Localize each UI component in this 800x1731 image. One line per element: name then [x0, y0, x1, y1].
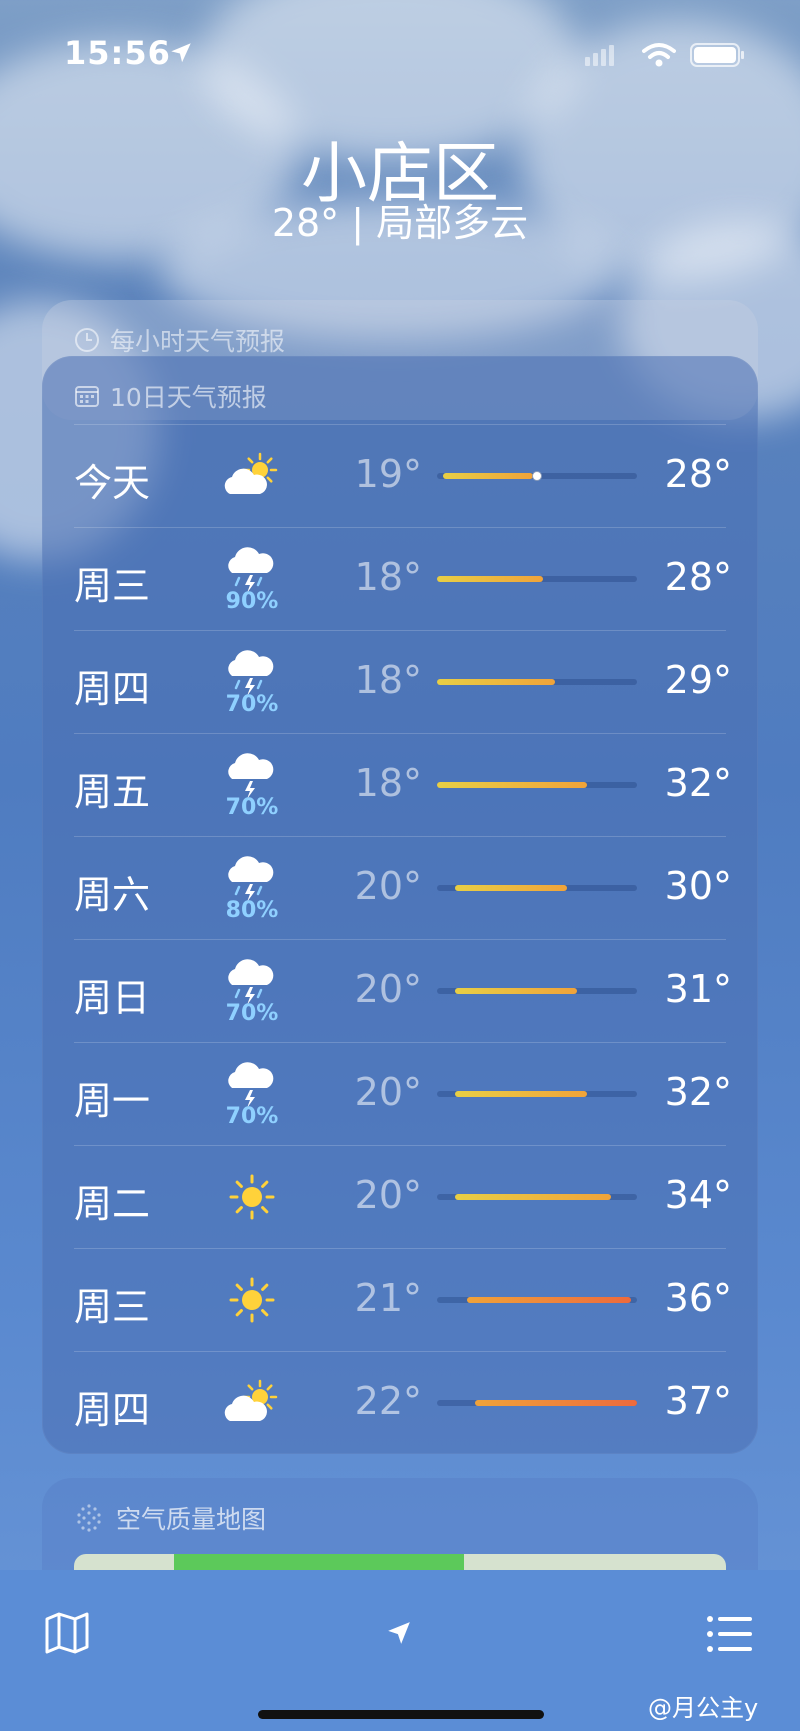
temperature-range-bar — [437, 679, 637, 685]
current-location-icon[interactable] — [386, 1620, 412, 1646]
temperature-range-fill — [467, 1297, 631, 1303]
precipitation-chance: 70% — [225, 692, 279, 717]
status-time: 15:56 — [64, 34, 171, 72]
high-temp: 29° — [664, 658, 732, 702]
temperature-range-bar — [437, 1400, 637, 1406]
partly-sunny-icon — [222, 1377, 282, 1429]
forecast-title: 10日天气预报 — [110, 383, 267, 412]
forecast-row[interactable]: 周二 20° 34° — [42, 1145, 758, 1248]
temperature-range-fill — [455, 885, 567, 891]
low-temp: 20° — [354, 1173, 422, 1217]
temperature-range-fill — [455, 1091, 587, 1097]
low-temp: 18° — [354, 761, 422, 805]
forecast-row[interactable]: 今天 19° 28° — [42, 424, 758, 527]
forecast-row[interactable]: 周六 80% 20° 30° — [42, 836, 758, 939]
low-temp: 21° — [354, 1276, 422, 1320]
low-temp: 18° — [354, 658, 422, 702]
air-quality-header: 空气质量地图 — [74, 1500, 266, 1536]
forecast-row[interactable]: 周五 70% 18° 32° — [42, 733, 758, 836]
cellular-signal-icon — [585, 45, 614, 66]
low-temp: 22° — [354, 1379, 422, 1423]
sun-icon — [222, 1274, 282, 1326]
day-label: 周二 — [74, 1182, 151, 1226]
forecast-row[interactable]: 周三 90% 18° 28° — [42, 527, 758, 630]
high-temp: 36° — [664, 1276, 732, 1320]
temperature-range-fill — [437, 679, 555, 685]
temperature-range-bar — [437, 1297, 637, 1303]
bottom-toolbar: @月公主y — [0, 1570, 800, 1731]
day-label: 周三 — [74, 564, 151, 608]
low-temp: 20° — [354, 967, 422, 1011]
high-temp: 28° — [664, 555, 732, 599]
high-temp: 28° — [664, 452, 732, 496]
day-label: 周一 — [74, 1079, 151, 1123]
high-temp: 32° — [664, 1070, 732, 1114]
temperature-range-bar — [437, 885, 637, 891]
partly-sunny-icon — [222, 450, 282, 502]
sun-icon — [222, 1171, 282, 1223]
forecast-row[interactable]: 周四 22° 37° — [42, 1351, 758, 1454]
day-label: 周四 — [74, 1388, 151, 1432]
forecast-row[interactable]: 周日 70% 20° 31° — [42, 939, 758, 1042]
calendar-icon — [75, 386, 99, 407]
map-icon[interactable] — [44, 1610, 90, 1656]
temperature-range-fill — [443, 473, 533, 479]
low-temp: 18° — [354, 555, 422, 599]
hourly-forecast-title: 每小时天气预报 — [110, 327, 286, 356]
location-arrow-icon — [171, 43, 191, 63]
temperature-range-bar — [437, 576, 637, 582]
day-label: 周五 — [74, 770, 151, 814]
precipitation-chance: 80% — [225, 898, 279, 923]
forecast-rows: 今天 19° 28° 周三 90% 18° 28° 周四 70% 18° 29° 周五 70% 18° 32… — [42, 424, 758, 1454]
hourly-forecast-header: 每小时天气预报 — [74, 322, 285, 358]
temperature-range-bar — [437, 471, 637, 481]
home-indicator[interactable] — [258, 1710, 544, 1719]
forecast-row[interactable]: 周三 21° 36° — [42, 1248, 758, 1351]
precipitation-chance: 70% — [225, 795, 279, 820]
forecast-header: 10日天气预报 — [74, 378, 267, 414]
temperature-range-fill — [437, 782, 587, 788]
day-label: 今天 — [74, 461, 151, 505]
watermark: @月公主y — [648, 1694, 759, 1722]
list-icon[interactable] — [706, 1614, 752, 1654]
temperature-range-fill — [455, 1194, 611, 1200]
temperature-range-bar — [437, 1091, 637, 1097]
high-temp: 34° — [664, 1173, 732, 1217]
air-quality-dots-icon — [77, 1504, 101, 1532]
current-temp-marker — [532, 471, 542, 481]
forecast-row[interactable]: 周四 70% 18° 29° — [42, 630, 758, 733]
temperature-range-bar — [437, 782, 637, 788]
temperature-range-bar — [437, 1194, 637, 1200]
high-temp: 30° — [664, 864, 732, 908]
current-weather-summary: 28° | 局部多云 — [271, 201, 529, 245]
clock-icon — [75, 328, 99, 352]
high-temp: 37° — [664, 1379, 732, 1423]
low-temp: 20° — [354, 864, 422, 908]
battery-icon — [690, 43, 744, 67]
precipitation-chance: 70% — [225, 1001, 279, 1026]
air-quality-title: 空气质量地图 — [116, 1505, 267, 1534]
temperature-range-bar — [437, 988, 637, 994]
forecast-row[interactable]: 周一 70% 20° 32° — [42, 1042, 758, 1145]
day-label: 周四 — [74, 667, 151, 711]
day-label: 周三 — [74, 1285, 151, 1329]
low-temp: 20° — [354, 1070, 422, 1114]
high-temp: 31° — [664, 967, 732, 1011]
day-label: 周日 — [74, 976, 151, 1020]
wifi-icon — [642, 43, 676, 67]
low-temp: 19° — [354, 452, 422, 496]
day-label: 周六 — [74, 873, 151, 917]
temperature-range-fill — [475, 1400, 637, 1406]
temperature-range-fill — [455, 988, 577, 994]
ten-day-forecast-card[interactable]: 10日天气预报 今天 19° 28° 周三 90% 18° 28° 周四 70% 18° 29° 周五… — [42, 356, 758, 1454]
status-bar: 15:56 — [0, 30, 800, 80]
precipitation-chance: 70% — [225, 1104, 279, 1129]
temperature-range-fill — [437, 576, 543, 582]
high-temp: 32° — [664, 761, 732, 805]
precipitation-chance: 90% — [225, 589, 279, 614]
